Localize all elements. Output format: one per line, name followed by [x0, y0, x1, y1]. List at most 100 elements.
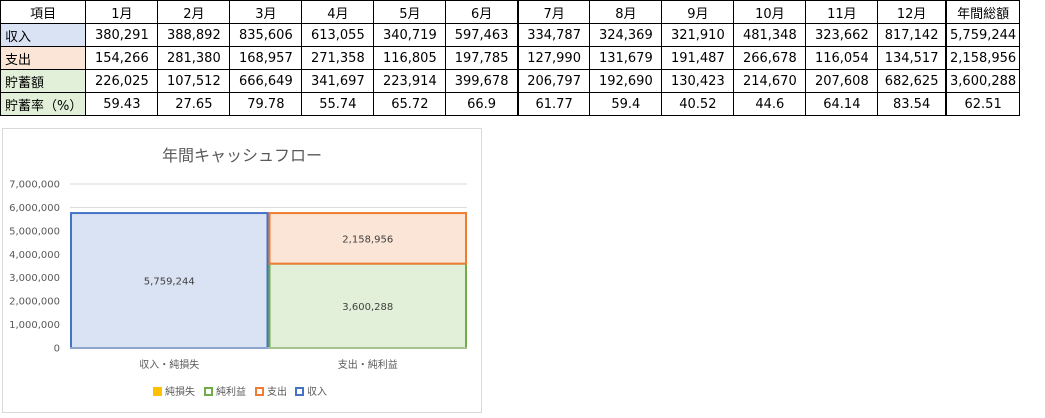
table-cell[interactable]: 666,649 — [229, 69, 303, 93]
table-cell[interactable]: 341,697 — [301, 69, 375, 93]
y-tick-label: 0 — [54, 344, 60, 355]
table-cell[interactable]: 79.78 — [229, 92, 303, 116]
y-tick-label: 5,000,000 — [9, 226, 60, 237]
table-cell[interactable]: 334,787 — [516, 23, 591, 47]
table-cell[interactable]: 131,679 — [589, 46, 663, 70]
table-cell[interactable]: 323,662 — [805, 23, 879, 47]
table-cell[interactable]: 116,805 — [373, 46, 447, 70]
table-cell[interactable]: 2,158,956 — [944, 46, 1021, 70]
legend-label: 純損失 — [165, 385, 195, 398]
table-cell[interactable]: 44.6 — [733, 92, 807, 116]
table-cell[interactable]: 27.65 — [157, 92, 231, 116]
table-cell[interactable]: 130,423 — [661, 69, 735, 93]
data-label: 2,158,956 — [342, 234, 393, 245]
table-row: 貯蓄率（%） 59.43 27.65 79.78 55.74 65.72 66.9 61.77… — [0, 92, 1021, 116]
table-cell[interactable]: 66.9 — [445, 92, 519, 116]
header-cell[interactable]: 6月 — [445, 0, 519, 24]
header-cell[interactable]: 12月 — [877, 0, 947, 24]
header-cell[interactable]: 2月 — [157, 0, 231, 24]
table-row: 支出 154,266 281,380 168,957 271,358 116,805 197… — [0, 46, 1021, 70]
table-cell[interactable]: 59.43 — [85, 92, 159, 116]
header-cell[interactable]: 5月 — [373, 0, 447, 24]
table-cell[interactable]: 817,142 — [877, 23, 947, 47]
x-tick-label: 支出・純利益 — [338, 358, 398, 371]
chart-area[interactable]: 年間キャッシュフロー 0 1,000,000 2,000,000 3,000,000 4,… — [2, 128, 482, 413]
table-cell[interactable]: 206,797 — [516, 69, 591, 93]
row-label[interactable]: 貯蓄率（%） — [0, 92, 87, 116]
header-cell[interactable]: 1月 — [85, 0, 159, 24]
legend-swatch — [255, 387, 264, 396]
legend-swatch — [295, 387, 304, 396]
cashflow-chart: 年間キャッシュフロー 0 1,000,000 2,000,000 3,000,000 4,… — [9, 146, 467, 398]
y-tick-label: 7,000,000 — [9, 180, 60, 191]
table-cell[interactable]: 55.74 — [301, 92, 375, 116]
table-cell[interactable]: 682,625 — [877, 69, 947, 93]
header-cell[interactable]: 7月 — [516, 0, 591, 24]
y-tick-label: 3,000,000 — [9, 273, 60, 284]
x-tick-label: 収入・純損失 — [139, 358, 199, 371]
table-cell[interactable]: 192,690 — [589, 69, 663, 93]
table-row: 貯蓄額 226,025 107,512 666,649 341,697 223,914 39… — [0, 69, 1021, 93]
table-cell[interactable]: 116,054 — [805, 46, 879, 70]
chart-title: 年間キャッシュフロー — [162, 146, 322, 165]
table-cell[interactable]: 481,348 — [733, 23, 807, 47]
table-cell[interactable]: 388,892 — [157, 23, 231, 47]
row-label[interactable]: 支出 — [0, 46, 87, 70]
table-cell[interactable]: 191,487 — [661, 46, 735, 70]
data-label: 5,759,244 — [144, 277, 195, 288]
legend-swatch — [204, 387, 213, 396]
table-cell[interactable]: 5,759,244 — [944, 23, 1021, 47]
table-cell[interactable]: 281,380 — [157, 46, 231, 70]
y-tick-label: 2,000,000 — [9, 297, 60, 308]
table-cell[interactable]: 154,266 — [85, 46, 159, 70]
legend-label: 純利益 — [216, 385, 246, 398]
table-cell[interactable]: 271,358 — [301, 46, 375, 70]
table-cell[interactable]: 61.77 — [516, 92, 591, 116]
header-cell[interactable]: 9月 — [661, 0, 735, 24]
legend-label: 支出 — [267, 385, 287, 398]
row-label[interactable]: 収入 — [0, 23, 87, 47]
table-cell[interactable]: 399,678 — [445, 69, 519, 93]
header-cell[interactable]: 3月 — [229, 0, 303, 24]
legend-label: 収入 — [307, 386, 327, 398]
table-cell[interactable]: 3,600,288 — [944, 69, 1021, 93]
table-cell[interactable]: 207,608 — [805, 69, 879, 93]
table-cell[interactable]: 324,369 — [589, 23, 663, 47]
table-header-row: 項目 1月 2月 3月 4月 5月 6月 7月 8月 9月 10月 11月 12月 年間総額 — [0, 0, 1021, 24]
y-tick-label: 4,000,000 — [9, 250, 60, 261]
table-cell[interactable]: 835,606 — [229, 23, 303, 47]
row-label[interactable]: 貯蓄額 — [0, 69, 87, 93]
header-cell[interactable]: 年間総額 — [944, 0, 1021, 24]
table-cell[interactable]: 168,957 — [229, 46, 303, 70]
table-cell[interactable]: 266,678 — [733, 46, 807, 70]
y-tick-label: 1,000,000 — [9, 320, 60, 331]
table-cell[interactable]: 62.51 — [944, 92, 1021, 116]
table-cell[interactable]: 613,055 — [301, 23, 375, 47]
y-tick-label: 6,000,000 — [9, 203, 60, 214]
table-cell[interactable]: 340,719 — [373, 23, 447, 47]
table-cell[interactable]: 64.14 — [805, 92, 879, 116]
header-cell[interactable]: 11月 — [805, 0, 879, 24]
table-cell[interactable]: 380,291 — [85, 23, 159, 47]
table-row: 収入 380,291 388,892 835,606 613,055 340,719 597… — [0, 23, 1021, 47]
table-cell[interactable]: 214,670 — [733, 69, 807, 93]
legend-swatch — [153, 387, 162, 396]
header-cell[interactable]: 8月 — [589, 0, 663, 24]
table-cell[interactable]: 40.52 — [661, 92, 735, 116]
cashflow-table: 項目 1月 2月 3月 4月 5月 6月 7月 8月 9月 10月 11月 12月 年間総額 収入 380,2… — [0, 0, 1021, 116]
header-item[interactable]: 項目 — [0, 0, 87, 24]
table-cell[interactable]: 223,914 — [373, 69, 447, 93]
table-cell[interactable]: 127,990 — [516, 46, 591, 70]
data-label: 3,600,288 — [342, 302, 393, 313]
table-cell[interactable]: 107,512 — [157, 69, 231, 93]
table-cell[interactable]: 83.54 — [877, 92, 947, 116]
table-cell[interactable]: 597,463 — [445, 23, 519, 47]
header-cell[interactable]: 10月 — [733, 0, 807, 24]
table-cell[interactable]: 59.4 — [589, 92, 663, 116]
table-cell[interactable]: 65.72 — [373, 92, 447, 116]
table-cell[interactable]: 134,517 — [877, 46, 947, 70]
table-cell[interactable]: 321,910 — [661, 23, 735, 47]
header-cell[interactable]: 4月 — [301, 0, 375, 24]
table-cell[interactable]: 226,025 — [85, 69, 159, 93]
table-cell[interactable]: 197,785 — [445, 46, 519, 70]
